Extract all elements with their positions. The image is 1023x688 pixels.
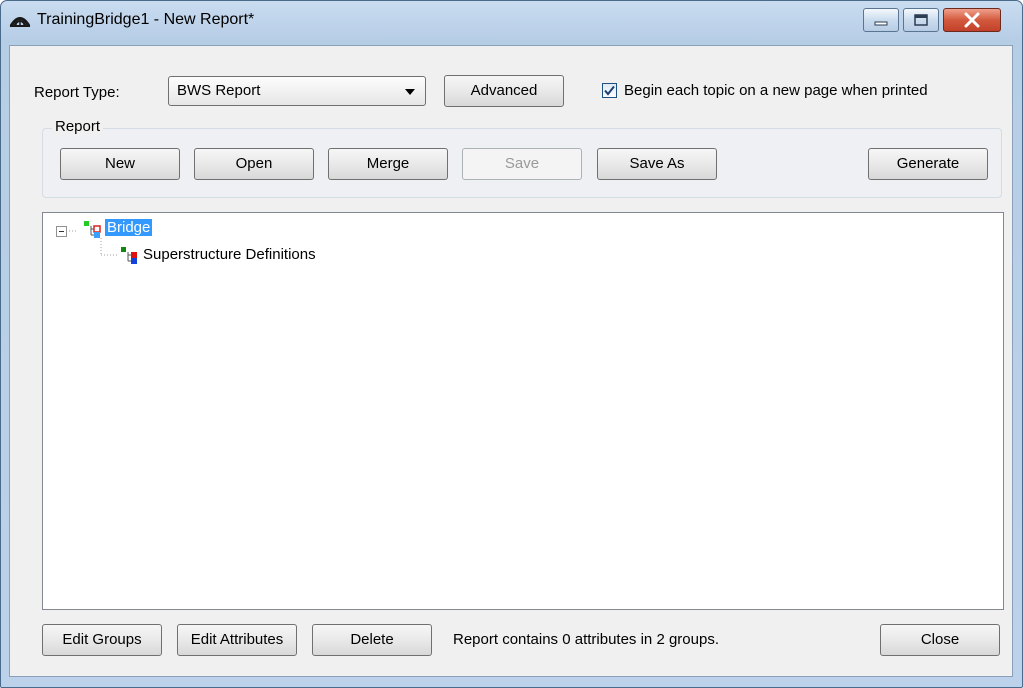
new-page-checkbox-label: Begin each topic on a new page when prin… (624, 82, 928, 99)
maximize-button[interactable] (903, 8, 939, 32)
close-window-button[interactable] (943, 8, 1001, 32)
checkmark-icon (604, 85, 615, 96)
report-type-value: BWS Report (177, 82, 261, 99)
maximize-icon (914, 14, 928, 26)
window-title: TrainingBridge1 - New Report* (37, 11, 255, 28)
edit-groups-button[interactable]: Edit Groups (42, 624, 162, 656)
minimize-button[interactable] (863, 8, 899, 32)
group-node-icon (118, 245, 140, 269)
advanced-button[interactable]: Advanced (444, 75, 564, 107)
new-page-checkbox[interactable] (602, 83, 617, 98)
report-window: TrainingBridge1 - New Report* Report Typ… (0, 0, 1023, 688)
bridge-arch-icon (9, 9, 31, 31)
merge-report-button[interactable]: Merge (328, 148, 448, 180)
new-report-button[interactable]: New (60, 148, 180, 180)
title-bar[interactable]: TrainingBridge1 - New Report* (1, 1, 1022, 45)
collapse-icon[interactable] (56, 226, 67, 237)
report-group-label: Report (52, 118, 104, 135)
minimize-icon (874, 21, 888, 26)
generate-button[interactable]: Generate (868, 148, 988, 180)
group-node-icon (81, 219, 103, 243)
chevron-down-icon (405, 89, 415, 95)
status-text: Report contains 0 attributes in 2 groups… (453, 631, 719, 648)
delete-button[interactable]: Delete (312, 624, 432, 656)
save-as-button[interactable]: Save As (597, 148, 717, 180)
edit-attributes-button[interactable]: Edit Attributes (177, 624, 297, 656)
close-button[interactable]: Close (880, 624, 1000, 656)
tree-node-bridge[interactable]: Bridge (105, 219, 153, 236)
report-type-select[interactable]: BWS Report (168, 76, 426, 106)
report-tree[interactable]: Bridge Superstructure Definitions (42, 212, 1004, 610)
dialog-body: Report Type: BWS Report Advanced Begin e… (9, 45, 1013, 677)
report-type-label: Report Type: (34, 84, 120, 101)
tree-node-superstructure-definitions[interactable]: Superstructure Definitions (143, 246, 316, 263)
save-report-button[interactable]: Save (462, 148, 582, 180)
close-icon (964, 12, 980, 28)
open-report-button[interactable]: Open (194, 148, 314, 180)
